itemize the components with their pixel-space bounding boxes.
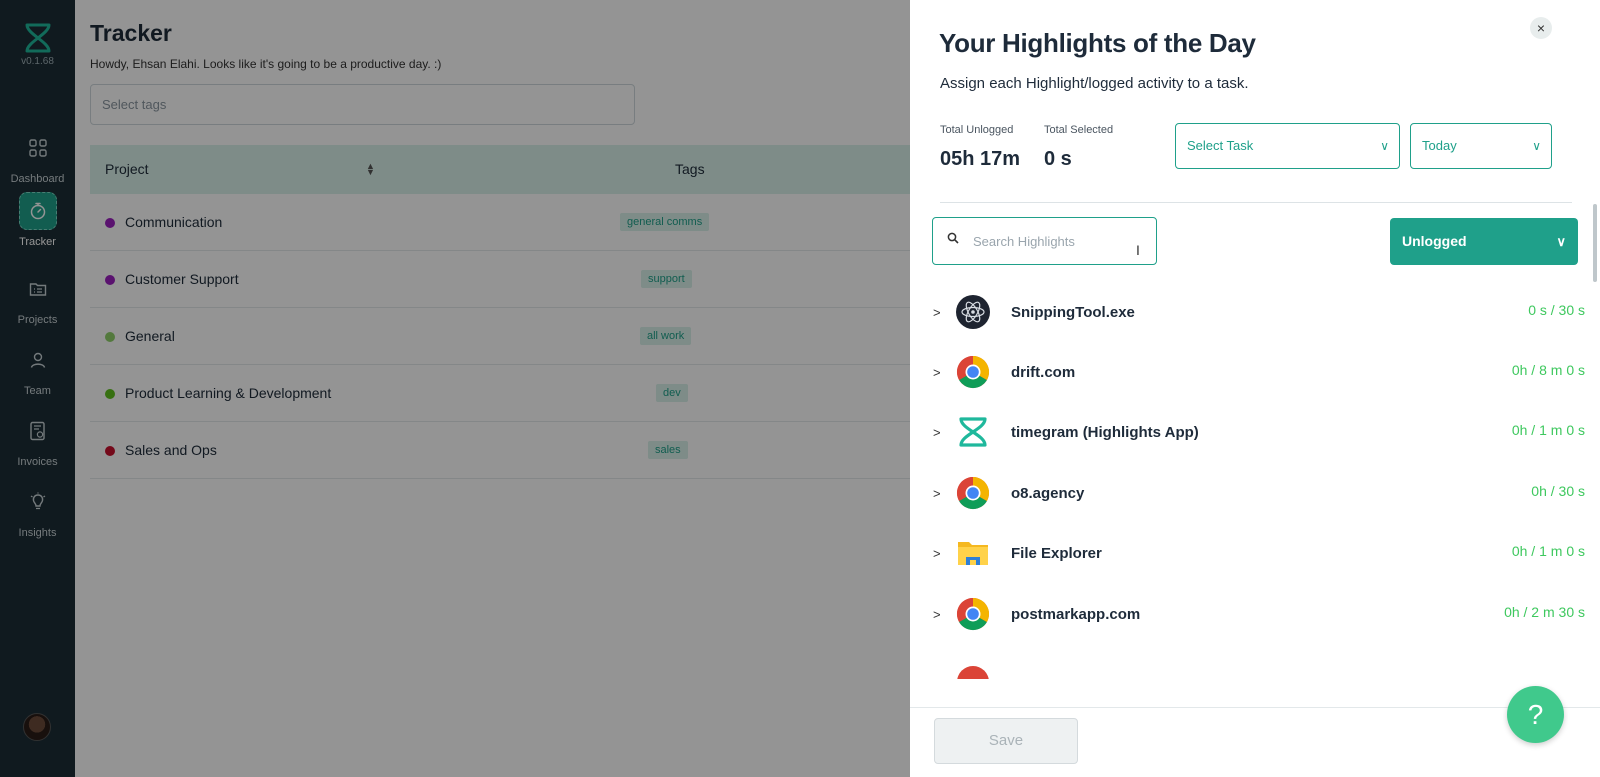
expand-icon[interactable]: >: [933, 607, 941, 622]
expand-icon[interactable]: >: [933, 305, 941, 320]
highlights-drawer: × Your Highlights of the Day Assign each…: [910, 0, 1600, 777]
date-select[interactable]: Today ∨: [1410, 123, 1552, 169]
timegram-icon: [959, 417, 987, 447]
expand-icon[interactable]: >: [933, 546, 941, 561]
expand-icon[interactable]: >: [933, 365, 941, 380]
chrome-icon: [956, 597, 990, 631]
app-time: 0h / 30 s: [1531, 483, 1585, 499]
search-input[interactable]: [973, 230, 1143, 252]
app-time: 0h / 1 m 0 s: [1511, 543, 1585, 559]
chrome-icon: [956, 476, 990, 510]
total-unlogged-label: Total Unlogged: [940, 124, 1014, 136]
total-unlogged-value: 05h 17m: [940, 148, 1021, 170]
chevron-down-icon: ∨: [1556, 234, 1566, 249]
total-selected-value: 0 s: [1044, 148, 1072, 170]
list-item[interactable]: [910, 655, 1600, 679]
chevron-down-icon: ∨: [1532, 139, 1541, 153]
list-item[interactable]: > SnippingTool.exe 0 s / 30 s: [910, 285, 1600, 346]
chrome-icon: [956, 355, 990, 389]
list-item[interactable]: > drift.com 0h / 8 m 0 s: [910, 345, 1600, 406]
help-button[interactable]: ?: [1507, 686, 1564, 743]
app-time: 0 s / 30 s: [1528, 302, 1585, 318]
list-item[interactable]: > File Explorer 0h / 1 m 0 s: [910, 526, 1600, 587]
status-filter-select[interactable]: Unlogged ∨: [1390, 218, 1578, 265]
drawer-subtitle: Assign each Highlight/logged activity to…: [940, 75, 1249, 92]
search-icon: [947, 232, 959, 247]
app-time: 0h / 1 m 0 s: [1511, 422, 1585, 438]
drawer-footer: Save: [910, 707, 1600, 777]
divider: [940, 202, 1572, 203]
partial-app-icon: [957, 666, 989, 679]
atom-icon: [956, 295, 990, 329]
app-time: 0h / 8 m 0 s: [1511, 362, 1585, 378]
expand-icon[interactable]: >: [933, 425, 941, 440]
app-name: postmarkapp.com: [1011, 606, 1141, 623]
modal-backdrop[interactable]: [0, 0, 910, 777]
text-cursor-icon: I: [1136, 242, 1140, 258]
chevron-down-icon: ∨: [1380, 139, 1389, 153]
task-select-label: Select Task: [1187, 138, 1254, 153]
search-box[interactable]: I: [932, 217, 1157, 265]
drawer-title: Your Highlights of the Day: [939, 28, 1256, 58]
close-button[interactable]: ×: [1530, 17, 1552, 39]
date-select-label: Today: [1422, 138, 1457, 153]
total-selected-label: Total Selected: [1044, 124, 1114, 136]
app-name: drift.com: [1011, 364, 1076, 381]
app-time: 0h / 2 m 30 s: [1504, 604, 1585, 620]
status-filter-label: Unlogged: [1402, 233, 1467, 249]
app-name: SnippingTool.exe: [1011, 304, 1135, 321]
app-name: o8.agency: [1011, 485, 1085, 502]
list-item[interactable]: > postmarkapp.com 0h / 2 m 30 s: [910, 587, 1600, 648]
task-select[interactable]: Select Task ∨: [1175, 123, 1400, 169]
scrollbar[interactable]: [1593, 204, 1597, 282]
folder-icon: [958, 542, 988, 565]
list-item[interactable]: > timegram (Highlights App) 0h / 1 m 0 s: [910, 405, 1600, 466]
expand-icon[interactable]: >: [933, 486, 941, 501]
list-item[interactable]: > o8.agency 0h / 30 s: [910, 466, 1600, 527]
save-button[interactable]: Save: [934, 718, 1078, 764]
highlights-list: > SnippingTool.exe 0 s / 30 s > drift.co…: [910, 285, 1600, 679]
app-name: File Explorer: [1011, 545, 1102, 562]
app-name: timegram (Highlights App): [1011, 424, 1199, 441]
